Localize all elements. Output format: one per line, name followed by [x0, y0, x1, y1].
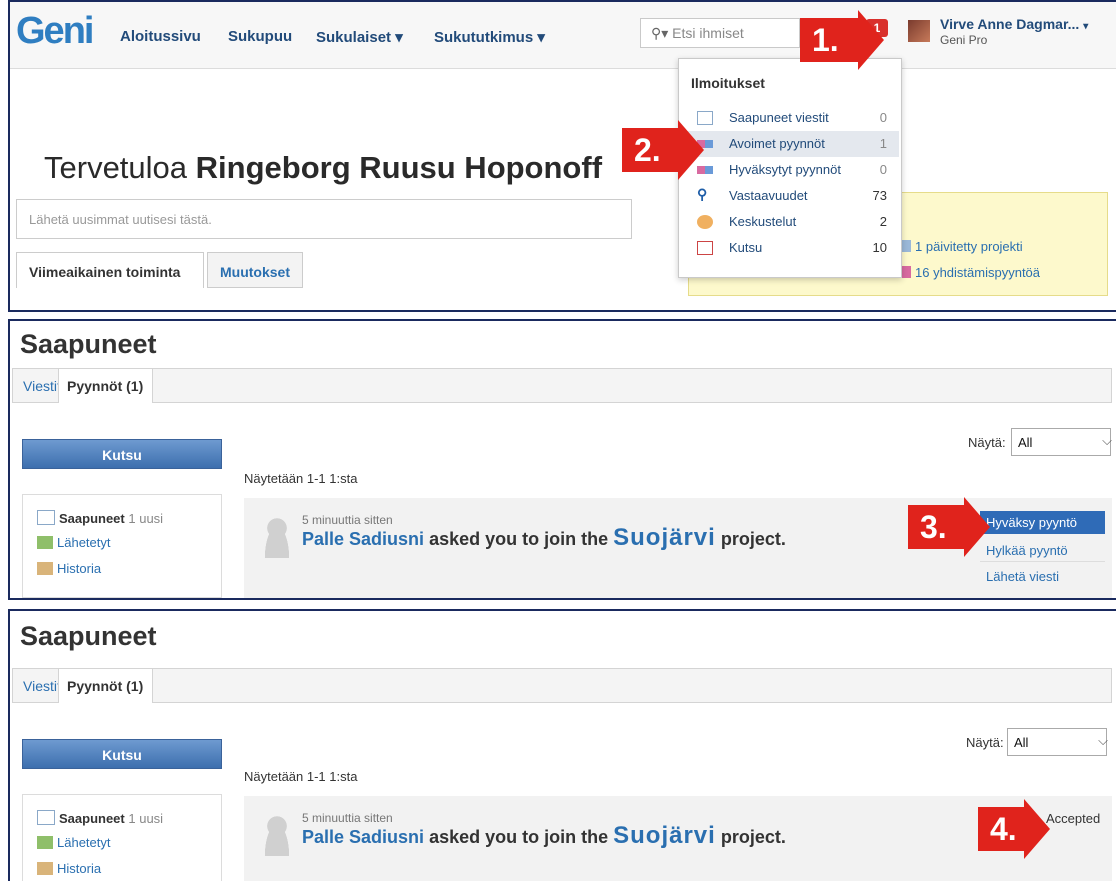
- results-count: Näytetään 1-1 1:sta: [244, 471, 358, 486]
- folder-list: Saapuneet 1 uusi Lähetetyt Historia: [22, 494, 222, 598]
- show-filter-select[interactable]: All ⌵: [1011, 428, 1112, 456]
- search-icon: ⚲▾: [651, 25, 673, 41]
- request-status: Accepted: [1046, 811, 1101, 826]
- send-message-button[interactable]: Lähetä viesti: [980, 565, 1105, 588]
- step-marker-3: 3.: [908, 497, 990, 557]
- notif-item-matches[interactable]: ⚲ Vastaavuudet 73: [679, 183, 899, 209]
- tab-requests[interactable]: Pyynnöt (1): [58, 368, 153, 403]
- step-marker-2: 2.: [622, 120, 704, 180]
- top-navbar: Geni Aloitussivu Sukupuu Sukulaiset ▾ Su…: [10, 2, 1116, 69]
- notif-item-open-requests[interactable]: Avoimet pyynnöt 1: [679, 131, 899, 157]
- results-count: Näytetään 1-1 1:sta: [244, 769, 358, 784]
- folder-inbox[interactable]: Saapuneet 1 uusi: [37, 810, 163, 826]
- invite-icon: [697, 241, 713, 255]
- updated-projects-link[interactable]: 1 päivitetty projekti: [899, 239, 1023, 254]
- discussion-icon: [697, 215, 713, 229]
- welcome-title: Tervetuloa Ringeborg Ruusu Hoponoff: [44, 150, 603, 185]
- user-role: Geni Pro: [940, 33, 988, 47]
- notifications-title: Ilmoitukset: [691, 75, 765, 91]
- request-message: Palle Sadiusni asked you to join the Suo…: [302, 524, 786, 551]
- hourglass-icon: [37, 862, 53, 875]
- tab-messages[interactable]: Viestit: [23, 678, 61, 694]
- project-link[interactable]: Suojärvi: [613, 822, 716, 849]
- notif-item-accepted-requests[interactable]: Hyväksytyt pyynnöt 0: [679, 157, 899, 183]
- notif-item-invite[interactable]: Kutsu 10: [679, 235, 899, 261]
- notifications-dropdown: Ilmoitukset Saapuneet viestit 0 Avoimet p…: [678, 58, 902, 278]
- profile-placeholder-icon: [260, 812, 294, 856]
- show-filter-select[interactable]: All ⌵: [1007, 728, 1108, 756]
- tab-recent-activity[interactable]: Viimeaikainen toiminta: [16, 252, 204, 288]
- show-label: Näytä:: [966, 735, 1004, 750]
- tab-requests[interactable]: Pyynnöt (1): [58, 668, 153, 703]
- merge-requests-link[interactable]: 16 yhdistämispyyntöä: [899, 265, 1040, 280]
- step-marker-4: 4.: [978, 799, 1050, 859]
- nav-aloitussivu[interactable]: Aloitussivu: [120, 28, 201, 45]
- sent-icon: [37, 536, 53, 549]
- chevron-down-icon: ▾: [1083, 21, 1089, 32]
- folder-sent[interactable]: Lähetetyt: [37, 835, 111, 850]
- page-title: Saapuneet: [20, 329, 157, 359]
- folder-list: Saapuneet 1 uusi Lähetetyt Historia: [22, 794, 222, 881]
- chevron-down-icon: ⌵: [1098, 733, 1108, 748]
- tab-changes[interactable]: Muutokset: [207, 252, 303, 288]
- notif-item-discussions[interactable]: Keskustelut 2: [679, 209, 899, 235]
- step-marker-1: 1.: [800, 10, 884, 70]
- invite-button[interactable]: Kutsu: [22, 439, 222, 469]
- news-input[interactable]: Lähetä uusimmat uutisesi tästä.: [16, 199, 632, 239]
- nav-sukututkimus[interactable]: Sukututkimus ▾: [434, 28, 545, 46]
- chevron-down-icon: ⌵: [1102, 433, 1112, 448]
- inbox-panel-after: Saapuneet Viestit Pyynnöt (1) Kutsu Saap…: [8, 609, 1116, 881]
- inbox-tabs: Viestit Pyynnöt (1): [12, 368, 1112, 403]
- geni-logo[interactable]: Geni: [16, 10, 94, 53]
- folder-history[interactable]: Historia: [37, 861, 101, 876]
- folder-history[interactable]: Historia: [37, 561, 101, 576]
- search-placeholder: Etsi ihmiset: [672, 25, 744, 41]
- home-panel: Geni Aloitussivu Sukupuu Sukulaiset ▾ Su…: [8, 0, 1116, 312]
- user-avatar[interactable]: [908, 20, 930, 42]
- inbox-icon: [37, 510, 55, 525]
- folder-sent[interactable]: Lähetetyt: [37, 535, 111, 550]
- tab-messages[interactable]: Viestit: [23, 378, 61, 394]
- hourglass-icon: [37, 562, 53, 575]
- page-title: Saapuneet: [20, 621, 157, 651]
- sent-icon: [37, 836, 53, 849]
- accept-request-button[interactable]: Hyväksy pyyntö: [980, 511, 1105, 534]
- profile-placeholder-icon: [260, 514, 294, 558]
- notif-item-messages[interactable]: Saapuneet viestit 0: [679, 105, 899, 131]
- project-link[interactable]: Suojärvi: [613, 524, 716, 551]
- inbox-icon: [37, 810, 55, 825]
- folder-inbox[interactable]: Saapuneet 1 uusi: [37, 510, 163, 526]
- reject-request-button[interactable]: Hylkää pyyntö: [980, 539, 1105, 562]
- inbox-tabs: Viestit Pyynnöt (1): [12, 668, 1112, 703]
- invite-button[interactable]: Kutsu: [22, 739, 222, 769]
- user-name-menu[interactable]: Virve Anne Dagmar... ▾: [940, 16, 1088, 32]
- user-name: Virve Anne Dagmar...: [940, 16, 1080, 32]
- inbox-panel-before: Saapuneet Viestit Pyynnöt (1) Kutsu Saap…: [8, 319, 1116, 600]
- people-search-input[interactable]: ⚲▾ Etsi ihmiset: [640, 18, 800, 48]
- nav-sukupuu[interactable]: Sukupuu: [228, 28, 292, 45]
- show-label: Näytä:: [968, 435, 1006, 450]
- request-message: Palle Sadiusni asked you to join the Suo…: [302, 822, 786, 849]
- nav-sukulaiset[interactable]: Sukulaiset ▾: [316, 28, 403, 46]
- requester-name-link[interactable]: Palle Sadiusni: [302, 827, 424, 847]
- magnifier-icon: ⚲: [697, 186, 708, 202]
- requester-name-link[interactable]: Palle Sadiusni: [302, 529, 424, 549]
